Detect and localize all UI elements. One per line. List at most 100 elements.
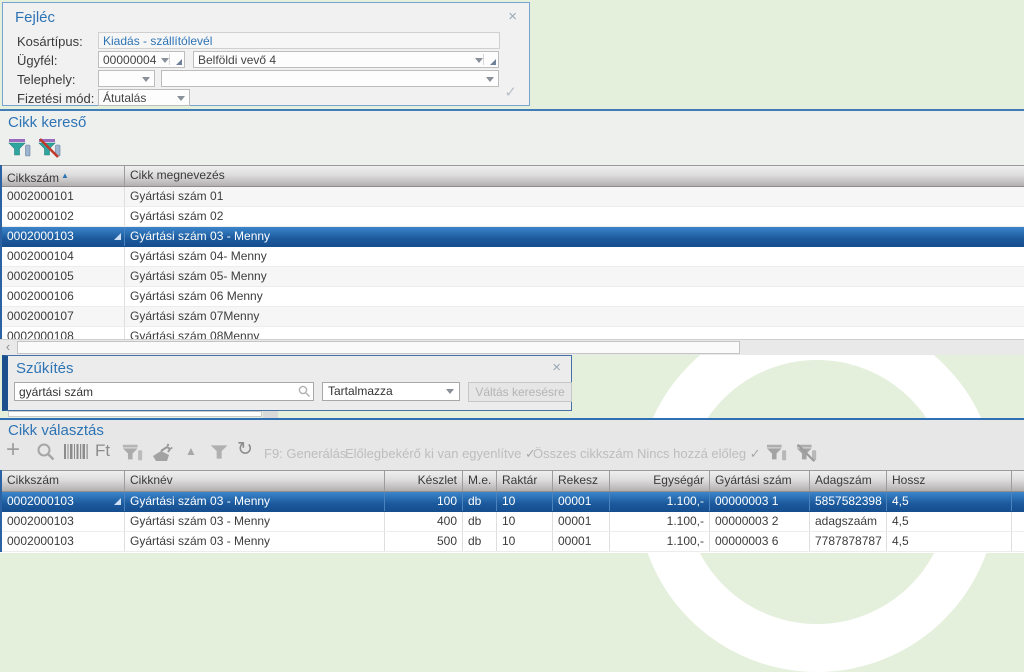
all-item-numbers-action[interactable]: Összes cikkszám [533, 446, 633, 461]
chevron-down-icon [475, 58, 483, 63]
cell-cikknev: Gyártási szám 03 - Menny [125, 512, 385, 531]
filter-edit-icon[interactable] [122, 442, 144, 469]
cell-rekesz: 00001 [553, 512, 610, 531]
cell-adagszam: 5857582398 [810, 492, 887, 511]
table-header-row: Cikkszám Cikknév Készlet M.e. Raktár Rek… [2, 470, 1024, 492]
column-header-raktar[interactable]: Raktár [497, 471, 553, 491]
search-input[interactable] [14, 382, 314, 401]
payment-method-label: Fizetési mód: [17, 91, 94, 106]
close-icon[interactable]: × [508, 10, 517, 24]
add-icon[interactable]: + [6, 436, 20, 464]
header-panel: Fejléc × Kosártípus: Kiadás - szállítóle… [2, 2, 530, 106]
cell-gyartasi: 00000003 1 [710, 492, 810, 511]
table-row[interactable]: 0002000106 Gyártási szám 06 Menny [2, 287, 1024, 307]
site-code-combo[interactable] [98, 70, 155, 87]
barcode-icon[interactable] [64, 444, 88, 464]
site-name-combo[interactable] [161, 70, 499, 87]
column-header-egysegar[interactable]: Egységár [610, 471, 710, 491]
customer-name-value: Belföldi vevő 4 [198, 53, 276, 67]
table-row[interactable]: 0002000105 Gyártási szám 05- Menny [2, 267, 1024, 287]
advance-settled-toggle[interactable]: Előlegbekérő ki van egyenlítve ✓ [345, 446, 536, 462]
table-row[interactable]: 0002000103 Gyártási szám 03 - Menny 400 … [2, 512, 1024, 532]
column-header-cikknev[interactable]: Cikknév [125, 471, 385, 491]
cell-raktar: 10 [497, 532, 553, 551]
forint-price-icon[interactable]: Ft [95, 441, 110, 461]
basket-type-label: Kosártípus: [17, 34, 83, 49]
column-header-keszlet[interactable]: Készlet [385, 471, 463, 491]
panel-title: Cikk választás [8, 422, 104, 439]
item-search-panel: Cikk kereső Cikkszám▲ Cikk megnevezés 00… [0, 109, 1024, 353]
column-header-hossz[interactable]: Hossz [887, 471, 1012, 491]
panel-title: Cikk kereső [8, 114, 86, 131]
table-row[interactable]: 0002000101 Gyártási szám 01 [2, 187, 1024, 207]
cell-keszlet: 500 [385, 532, 463, 551]
column-header-rekesz[interactable]: Rekesz [553, 471, 610, 491]
cell-cikkszam: 0002000102 [2, 207, 125, 226]
scrollbar-thumb[interactable] [17, 341, 740, 354]
move-up-icon[interactable]: ▲ [185, 444, 197, 458]
cell-egysegar: 1.100,- [610, 492, 710, 511]
close-icon[interactable]: × [552, 361, 561, 375]
column-header-megnevezes[interactable]: Cikk megnevezés [125, 166, 1024, 186]
item-selection-table: Cikkszám Cikknév Készlet M.e. Raktár Rek… [0, 470, 1024, 552]
basket-type-field[interactable]: Kiadás - szállítólevél [98, 32, 500, 49]
scrollbar-remnant [8, 411, 262, 417]
cell-hossz: 4,5 [887, 532, 1012, 551]
cell-megnevezes: Gyártási szám 05- Menny [125, 267, 1024, 286]
horizontal-scrollbar[interactable]: ‹ [0, 339, 1024, 355]
payment-method-combo[interactable]: Átutalás [98, 89, 190, 106]
no-advance-toggle[interactable]: Nincs hozzá előleg ✓ [637, 446, 761, 462]
filter-clear-icon[interactable] [796, 442, 818, 469]
customer-code-value: 00000004 [103, 53, 156, 67]
filter-edit-icon[interactable] [766, 442, 788, 469]
f9-generate-action[interactable]: F9: Generálás [264, 446, 346, 461]
cell-raktar: 10 [497, 492, 553, 511]
resize-grip-icon [176, 59, 182, 65]
cell-rekesz: 00001 [553, 492, 610, 511]
sort-asc-icon: ▲ [61, 171, 69, 180]
cell-raktar: 10 [497, 512, 553, 531]
cell-megnevezes: Gyártási szám 02 [125, 207, 1024, 226]
cell-rekesz: 00001 [553, 532, 610, 551]
column-header-cikkszam[interactable]: Cikkszám [2, 471, 125, 491]
column-header-me[interactable]: M.e. [463, 471, 497, 491]
item-search-table: Cikkszám▲ Cikk megnevezés 0002000101 Gyá… [0, 165, 1024, 347]
cell-adagszam: 7787878787 [810, 532, 887, 551]
filter-edit-icon[interactable] [8, 136, 34, 162]
confirm-check-icon[interactable]: ✓ [504, 83, 517, 101]
column-header-cikkszam[interactable]: Cikkszám▲ [2, 166, 125, 186]
table-row-selected[interactable]: 0002000103 Gyártási szám 03 - Menny [2, 227, 1024, 247]
table-row[interactable]: 0002000103 Gyártási szám 03 - Menny 500 … [2, 532, 1024, 552]
search-icon[interactable] [36, 442, 56, 467]
refresh-icon[interactable]: ↻ [237, 438, 253, 461]
payment-method-value: Átutalás [103, 91, 146, 105]
generate-serial-icon[interactable] [150, 442, 174, 469]
filter-icon[interactable] [210, 442, 230, 467]
column-header-adagszam[interactable]: Adagszám [810, 471, 887, 491]
panel-title: Fejléc [15, 9, 55, 26]
customer-code-combo[interactable]: 00000004 [98, 51, 185, 68]
customer-name-combo[interactable]: Belföldi vevő 4 [193, 51, 499, 68]
table-header-row: Cikkszám▲ Cikk megnevezés [2, 165, 1024, 187]
item-selection-toolbar: + Ft ▲ ↻ F9: Generálás Előlegbekérő ki v… [0, 440, 1024, 468]
customer-label: Ügyfél: [17, 53, 57, 68]
focused-row-marker-icon [114, 233, 121, 240]
panel-title: Szűkítés [16, 360, 74, 377]
cell-megnevezes: Gyártási szám 07Menny [125, 307, 1024, 326]
table-row[interactable]: 0002000104 Gyártási szám 04- Menny [2, 247, 1024, 267]
chevron-down-icon [161, 58, 169, 63]
filter-panel: Szűkítés × Tartalmazza Váltás keresésre [2, 355, 572, 411]
table-row-selected[interactable]: 0002000103 Gyártási szám 03 - Menny 100 … [2, 492, 1024, 512]
cell-megnevezes: Gyártási szám 04- Menny [125, 247, 1024, 266]
filter-clear-icon[interactable] [38, 136, 64, 162]
match-mode-combo[interactable]: Tartalmazza [322, 382, 460, 401]
scroll-left-icon[interactable]: ‹ [0, 340, 16, 355]
table-row[interactable]: 0002000102 Gyártási szám 02 [2, 207, 1024, 227]
table-row[interactable]: 0002000107 Gyártási szám 07Menny [2, 307, 1024, 327]
switch-search-button[interactable]: Váltás keresésre [468, 382, 572, 402]
cell-egysegar: 1.100,- [610, 532, 710, 551]
column-header-gyartasi[interactable]: Gyártási szám [710, 471, 810, 491]
cell-cikkszam: 0002000103 [2, 532, 125, 551]
cell-cikknev: Gyártási szám 03 - Menny [125, 492, 385, 511]
cell-me: db [463, 532, 497, 551]
